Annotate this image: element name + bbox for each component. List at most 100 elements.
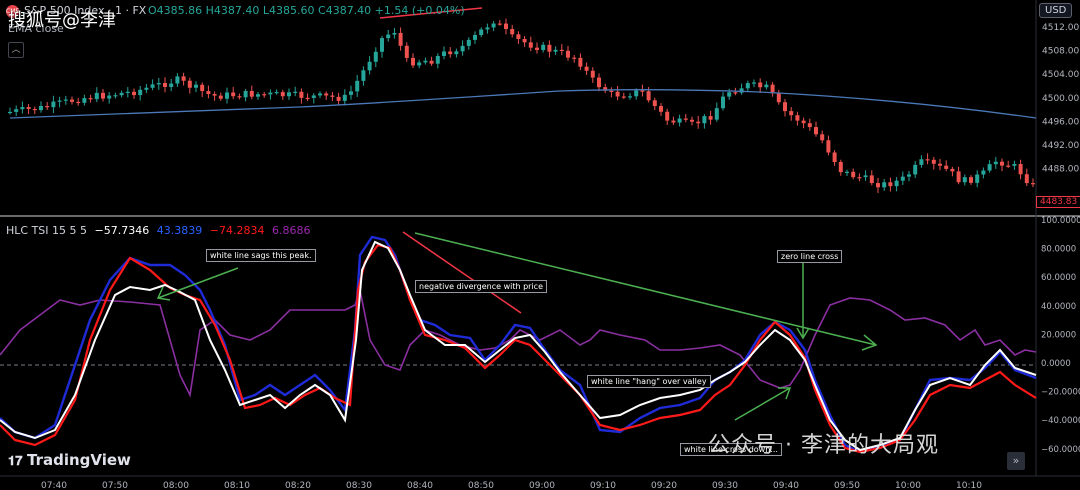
candle-body <box>70 99 74 102</box>
candle-body <box>169 83 174 87</box>
indicator-tick-label: 100.0000 <box>1041 216 1080 226</box>
candle-body <box>57 100 62 102</box>
candle-body <box>8 111 12 114</box>
time-tick-label: 08:10 <box>224 481 250 490</box>
candle-body <box>206 91 211 95</box>
time-tick-label: 08:00 <box>163 481 189 490</box>
ohlc-readout: O4385.86 H4387.40 L4385.60 C4387.40 +1.5… <box>148 4 465 17</box>
annotation-sag-peak[interactable]: white line sags this peak. <box>206 249 316 262</box>
candle-body <box>336 96 341 101</box>
last-price-tag: 4483.83 <box>1036 196 1080 208</box>
candle-body <box>1018 163 1023 175</box>
indicator-value-1: −57.7346 <box>94 224 150 237</box>
currency-button[interactable]: USD <box>1039 3 1073 18</box>
candle-body <box>758 82 763 88</box>
candle-body <box>969 177 973 183</box>
candle-body <box>628 96 632 98</box>
candle-body <box>330 95 335 97</box>
indicator-tick-label: 0.0000 <box>1041 359 1071 369</box>
candle-body <box>708 116 713 120</box>
candle-body <box>919 159 924 165</box>
scroll-to-latest-icon[interactable]: » <box>1007 452 1025 470</box>
indicator-value-2: 43.3839 <box>156 224 203 237</box>
indicator-tick-label: 40.0000 <box>1041 302 1076 312</box>
candle-body <box>45 106 50 108</box>
price-tick-label: 4504.00 <box>1042 70 1079 80</box>
tsi-blue-line <box>0 235 1037 454</box>
candle-body <box>32 108 37 111</box>
candle-body <box>411 57 415 66</box>
tsi-white-line <box>0 240 1037 452</box>
candle-body <box>293 91 298 93</box>
chart-canvas[interactable]: 4512.00 4508.00 4504.00 4500.00 4496.00 4492.… <box>0 0 1080 490</box>
candle-body <box>888 182 893 187</box>
candle-body <box>882 182 887 188</box>
candle-body <box>1000 161 1004 166</box>
price-tick-label: 4496.00 <box>1042 117 1079 127</box>
candle-body <box>200 84 205 92</box>
candle-body <box>386 34 391 39</box>
candle-body <box>789 111 794 116</box>
annotation-divergence[interactable]: negative divergence with price <box>415 280 547 293</box>
price-tick-label: 4512.00 <box>1042 23 1079 33</box>
candle-body <box>26 107 31 109</box>
candle-body <box>63 99 68 101</box>
candle-body <box>826 140 831 153</box>
candle-body <box>442 51 446 57</box>
price-tick-label: 4492.00 <box>1042 141 1079 151</box>
indicator-tick-label: −60.0000 <box>1041 445 1080 455</box>
time-tick-label: 07:50 <box>102 481 128 490</box>
candle-body <box>938 163 942 166</box>
candle-body <box>423 60 428 63</box>
candle-body <box>714 108 719 120</box>
time-tick-label: 09:10 <box>590 481 616 490</box>
candle-body <box>956 171 961 183</box>
candle-body <box>950 168 955 172</box>
tsi-purple-line <box>0 286 1037 398</box>
candle-body <box>615 91 620 97</box>
candle-body <box>349 91 353 95</box>
candle-body <box>231 92 236 97</box>
indicator-axis[interactable]: 100.0000 80.0000 60.0000 40.0000 20.0000 0.00… <box>1041 216 1080 455</box>
candle-body <box>1031 183 1035 185</box>
candle-body <box>528 42 533 48</box>
candle-body <box>535 47 539 50</box>
candle-body <box>448 51 453 55</box>
indicator-legend[interactable]: HLC TSI 15 5 5 −57.7346 43.3839 −74.2834… <box>6 224 310 237</box>
candle-body <box>944 165 949 169</box>
candle-body <box>132 91 136 96</box>
candle-body <box>609 90 614 92</box>
price-axis[interactable]: 4512.00 4508.00 4504.00 4500.00 4496.00 4492.… <box>1042 23 1079 175</box>
candle-body <box>776 93 781 103</box>
time-axis[interactable]: 07:40 07:50 08:00 08:10 08:20 08:30 08:40 08:50… <box>41 481 982 490</box>
candle-body <box>287 92 291 97</box>
candle-body <box>417 62 422 66</box>
candle-body <box>479 29 484 36</box>
candle-body <box>894 180 899 187</box>
candle-body <box>138 89 143 96</box>
candle-body <box>677 118 682 123</box>
candle-body <box>380 38 384 52</box>
candle-body <box>435 56 440 64</box>
annotation-hang-valley[interactable]: white line "hang" over valley <box>587 375 711 388</box>
price-tick-label: 4488.00 <box>1042 165 1079 175</box>
time-tick-label: 09:30 <box>712 481 738 490</box>
candle-body <box>256 94 260 97</box>
candle-body <box>578 57 583 67</box>
candle-body <box>621 96 626 98</box>
annotation-zero-cross[interactable]: zero line cross <box>777 250 843 263</box>
candle-body <box>541 44 546 50</box>
collapse-legend-icon[interactable]: ︿ <box>8 42 24 58</box>
candle-body <box>510 29 515 35</box>
arrow-cross-down <box>734 387 792 421</box>
time-tick-label: 08:20 <box>285 481 311 490</box>
candle-body <box>156 83 161 85</box>
time-tick-label: 08:50 <box>468 481 494 490</box>
candle-body <box>187 80 192 88</box>
candle-body <box>640 90 645 92</box>
candle-body <box>429 60 434 64</box>
candle-body <box>94 92 99 100</box>
tsi-red-line <box>0 243 1037 454</box>
candle-body <box>993 161 998 165</box>
candle-body <box>101 92 105 99</box>
